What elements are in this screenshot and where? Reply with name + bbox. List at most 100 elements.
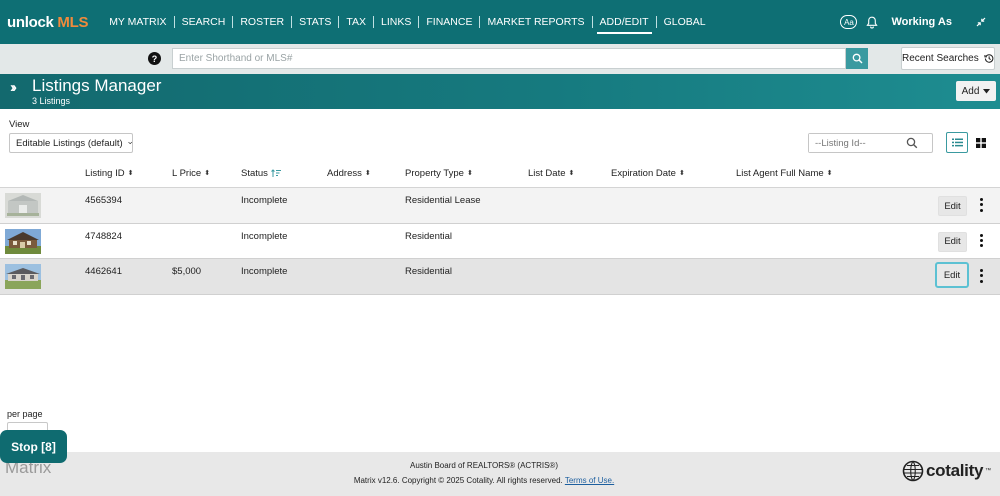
font-size-button[interactable]: Aa	[840, 15, 858, 29]
column-header-listing-id[interactable]: Listing ID ⬍	[85, 168, 133, 179]
edit-button[interactable]: Edit	[938, 231, 967, 252]
more-options-icon[interactable]	[977, 197, 985, 213]
property-type-cell: Residential	[405, 230, 452, 242]
menu-stats[interactable]: STATS	[292, 0, 338, 44]
cotality-globe-icon	[902, 460, 924, 482]
add-button[interactable]: Add	[956, 81, 996, 101]
collapse-arrows-icon[interactable]	[976, 17, 986, 27]
listing-id-cell: 4748824	[85, 230, 122, 242]
sort-icon: ⬍	[568, 170, 575, 177]
property-type-cell: Residential	[405, 266, 452, 277]
grid-view-button[interactable]	[970, 132, 992, 153]
status-cell: Incomplete	[241, 230, 288, 242]
working-as-menu[interactable]: Working As	[891, 16, 952, 28]
main-menu: MY MATRIX SEARCH ROSTER STATS TAX LINKS …	[102, 0, 712, 44]
sort-icon: ⬍	[127, 170, 134, 177]
history-icon	[984, 54, 994, 63]
more-options-icon[interactable]	[977, 268, 985, 284]
edit-button[interactable]: Edit	[938, 196, 967, 216]
menu-add-edit[interactable]: ADD/EDIT	[593, 0, 656, 44]
search-icon[interactable]	[906, 137, 918, 149]
shorthand-search-input[interactable]	[172, 48, 846, 69]
recent-searches-button[interactable]: Recent Searches	[901, 47, 995, 70]
column-label: List Date	[528, 168, 566, 179]
more-options-icon[interactable]	[977, 233, 985, 249]
recent-searches-label: Recent Searches	[902, 53, 979, 64]
column-header-price[interactable]: L Price ⬍	[172, 168, 210, 179]
column-label: Listing ID	[85, 168, 125, 179]
logo-accent: MLS	[57, 13, 89, 31]
column-label: List Agent Full Name	[736, 168, 824, 179]
copyright-text: Matrix v12.6. Copyright © 2025 Cotality.…	[353, 476, 563, 485]
table-row[interactable]: 4462641 $5,000 Incomplete Residential Ed…	[0, 259, 1000, 295]
terms-of-use-link[interactable]: Terms of Use.	[565, 476, 614, 485]
view-selected-value: Editable Listings (default)	[16, 137, 123, 149]
listings-table: Listing ID ⬍ L Price ⬍ Status Address ⬍ Pro…	[0, 158, 1000, 295]
column-header-status[interactable]: Status	[241, 168, 281, 179]
page-title: Listings Manager	[32, 76, 162, 95]
menu-market-reports[interactable]: MARKET REPORTS	[480, 0, 591, 44]
listing-thumbnail[interactable]	[5, 228, 41, 254]
grid-icon	[976, 137, 986, 148]
shorthand-search-bar: ? Recent Searches	[0, 44, 1000, 74]
menu-search[interactable]: SEARCH	[175, 0, 233, 44]
menu-my-matrix[interactable]: MY MATRIX	[102, 0, 173, 44]
table-row[interactable]: 4565394 Incomplete Residential Lease Edi…	[0, 188, 1000, 224]
footer-copyright: Matrix v12.6. Copyright © 2025 Cotality.…	[0, 476, 968, 485]
column-label: Status	[241, 168, 268, 179]
status-cell: Incomplete	[241, 266, 288, 277]
column-label: L Price	[172, 168, 202, 179]
list-icon	[951, 138, 963, 147]
expand-sidebar-icon[interactable]: ››	[10, 79, 17, 96]
view-label: View	[9, 119, 30, 130]
search-icon	[852, 53, 862, 64]
sort-icon: ⬍	[678, 170, 685, 177]
column-header-list-date[interactable]: List Date ⬍	[528, 168, 574, 179]
listing-thumbnail[interactable]	[5, 193, 41, 218]
sort-icon: ⬍	[466, 170, 473, 177]
column-label: Address	[327, 168, 362, 179]
page-header: ›› Listings Manager 3 Listings Add	[0, 74, 1000, 109]
property-type-cell: Residential Lease	[405, 195, 481, 206]
status-cell: Incomplete	[241, 195, 288, 206]
sort-ascending-icon	[271, 169, 281, 177]
column-header-list-agent[interactable]: List Agent Full Name ⬍	[736, 168, 833, 179]
listing-id-search	[808, 133, 933, 153]
sort-icon: ⬍	[204, 170, 211, 177]
edit-button[interactable]: Edit	[935, 262, 969, 288]
column-header-expiration-date[interactable]: Expiration Date ⬍	[611, 168, 685, 179]
sort-icon: ⬍	[826, 170, 833, 177]
price-cell: $5,000	[172, 266, 202, 277]
column-header-address[interactable]: Address ⬍	[327, 168, 371, 179]
chevron-down-icon	[127, 141, 132, 145]
search-button[interactable]	[846, 48, 868, 69]
listing-thumbnail[interactable]	[5, 264, 41, 289]
help-icon[interactable]: ?	[148, 52, 161, 65]
column-label: Expiration Date	[611, 168, 676, 179]
column-header-property-type[interactable]: Property Type ⬍	[405, 168, 473, 179]
footer: Matrix Austin Board of REALTORS® (ACTRIS…	[0, 452, 1000, 496]
listing-id-input[interactable]	[809, 134, 904, 152]
menu-finance[interactable]: FINANCE	[419, 0, 479, 44]
stop-button[interactable]: Stop [8]	[0, 430, 67, 463]
table-row[interactable]: 4748824 Incomplete Residential Edit	[0, 223, 1000, 259]
cotality-logo[interactable]: cotality ™	[902, 460, 991, 482]
nav-right-tools: Aa Working As	[840, 0, 1000, 44]
bell-icon[interactable]	[866, 16, 879, 29]
logo-primary: unlock	[7, 13, 54, 31]
add-button-label: Add	[961, 85, 980, 97]
top-nav: unlock MLS MY MATRIX SEARCH ROSTER STATS…	[0, 0, 1000, 44]
menu-global[interactable]: GLOBAL	[657, 0, 713, 44]
list-view-button[interactable]	[946, 132, 968, 153]
view-select[interactable]: Editable Listings (default)	[9, 133, 133, 153]
caret-down-icon	[983, 88, 991, 93]
cotality-trademark: ™	[985, 468, 992, 474]
menu-tax[interactable]: TAX	[339, 0, 373, 44]
unlock-mls-logo[interactable]: unlock MLS	[7, 14, 88, 31]
per-page-label: per page	[7, 409, 43, 419]
menu-links[interactable]: LINKS	[374, 0, 418, 44]
menu-roster[interactable]: ROSTER	[233, 0, 291, 44]
column-label: Property Type	[405, 168, 464, 179]
listing-count: 3 Listings	[32, 96, 71, 106]
cotality-wordmark: cotality	[926, 461, 984, 480]
